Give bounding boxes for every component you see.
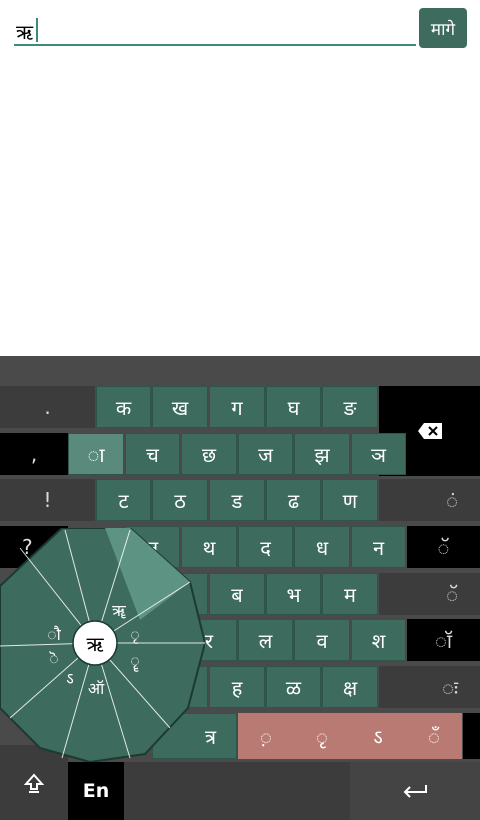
text-cursor <box>36 18 38 42</box>
key-na[interactable]: न <box>351 526 406 568</box>
wheel-label-rr: ॠ <box>112 601 126 620</box>
wheel-label-avagraha: ऽ <box>66 669 73 688</box>
key-kha[interactable]: ख <box>152 386 208 428</box>
wheel-label-r-sign: ृ <box>130 625 140 644</box>
key-anusvara[interactable]: ं <box>379 479 480 521</box>
key-ja[interactable]: ज <box>238 433 293 475</box>
key-ka[interactable]: क <box>96 386 151 428</box>
key-da[interactable]: द <box>238 526 293 568</box>
key-candra-o[interactable]: ॉ <box>407 619 480 661</box>
key-visarga[interactable]: ः <box>379 666 480 708</box>
key-ksha[interactable]: क्ष <box>322 666 378 708</box>
wheel-label-short-e: ॆ <box>49 649 59 668</box>
key-lla[interactable]: ळ <box>266 666 321 708</box>
key-tta[interactable]: ट <box>96 479 151 521</box>
key-la[interactable]: ल <box>238 619 293 661</box>
key-vocalic-r-sign[interactable]: ृ <box>294 713 350 759</box>
shift-arrow-icon <box>23 772 45 793</box>
wheel-center-char: ऋ <box>86 632 104 656</box>
space-key[interactable] <box>124 762 350 820</box>
key-ma[interactable]: म <box>322 573 378 615</box>
char-wheel-popup[interactable]: ऋ ॠ ृ ॄ ऑ ऽ ॆ ौ <box>0 528 205 762</box>
key-ddha[interactable]: ढ <box>266 479 321 521</box>
key-jha[interactable]: झ <box>294 433 350 475</box>
wheel-label-rr-sign: ॄ <box>130 651 140 672</box>
language-key[interactable]: En <box>68 762 124 820</box>
key-gha[interactable]: घ <box>266 386 321 428</box>
text-input[interactable]: ऋ <box>14 12 416 46</box>
key-ttha[interactable]: ठ <box>152 479 208 521</box>
input-area: ऋ मागे <box>0 0 480 356</box>
key-dda[interactable]: ड <box>209 479 265 521</box>
enter-key[interactable] <box>350 762 480 820</box>
key-nukta[interactable]: ़ <box>238 713 294 759</box>
key-ha[interactable]: ह <box>209 666 265 708</box>
key-candra-e[interactable]: ॅ <box>407 526 480 568</box>
key-ga[interactable]: ग <box>209 386 265 428</box>
key-nna[interactable]: ण <box>322 479 378 521</box>
back-button[interactable]: मागे <box>419 8 467 48</box>
wheel-label-au: ौ <box>47 625 62 644</box>
key-chha[interactable]: छ <box>181 433 237 475</box>
input-value: ऋ <box>16 20 34 44</box>
key-bha[interactable]: भ <box>266 573 321 615</box>
enter-arrow-icon <box>403 785 427 798</box>
key-cha[interactable]: च <box>125 433 180 475</box>
key-va[interactable]: व <box>294 619 350 661</box>
key-aa-sign[interactable]: ा <box>68 433 124 475</box>
key-exclamation[interactable]: ! <box>0 479 95 521</box>
key-comma[interactable]: , <box>0 433 68 475</box>
key-ba[interactable]: ब <box>209 573 265 615</box>
key-sha[interactable]: श <box>351 619 406 661</box>
key-candra-e-2[interactable]: ॅ <box>379 573 480 615</box>
key-period[interactable]: . <box>0 386 95 428</box>
right-edge-key <box>463 713 480 759</box>
key-avagraha[interactable]: ऽ <box>350 713 406 759</box>
backspace-icon <box>417 423 442 439</box>
key-nya[interactable]: ञ <box>351 433 406 475</box>
key-candrabindu[interactable]: ँ <box>406 713 462 759</box>
key-dha[interactable]: ध <box>294 526 350 568</box>
key-nga[interactable]: ङ <box>322 386 378 428</box>
wheel-label-candra-o: ऑ <box>88 679 105 698</box>
